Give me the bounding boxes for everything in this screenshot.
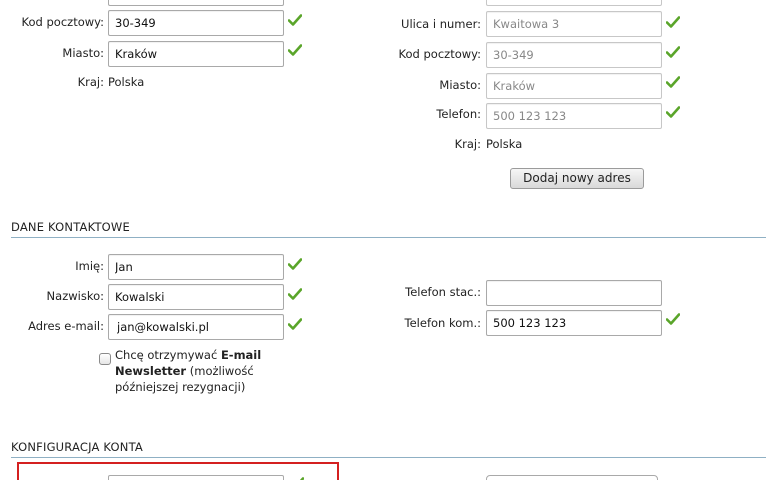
check-icon: [288, 318, 302, 330]
last-name-label: Nazwisko:: [46, 289, 104, 303]
left-top-field-partial[interactable]: [108, 0, 284, 6]
right-postal-code-label: Kod pocztowy:: [398, 47, 481, 61]
right-city-input[interactable]: [486, 73, 662, 99]
right-country-value: Polska: [486, 137, 523, 151]
newsletter-text-pre: Chcę otrzymywać: [115, 348, 221, 362]
newsletter-label: Chcę otrzymywać E-mail Newsletter (możli…: [115, 347, 315, 395]
street-input[interactable]: [486, 11, 662, 37]
postal-code-label: Kod pocztowy:: [21, 15, 104, 29]
check-icon: [288, 288, 302, 300]
last-name-input[interactable]: [108, 284, 284, 310]
phone-label: Telefon:: [436, 107, 481, 121]
account-right-field-partial[interactable]: [486, 475, 658, 480]
check-icon: [666, 76, 680, 88]
section-divider: [11, 457, 766, 458]
email-input[interactable]: [108, 314, 284, 340]
account-field-partial[interactable]: [108, 475, 284, 480]
mobile-label: Telefon kom.:: [404, 316, 481, 330]
right-country-label: Kraj:: [454, 137, 481, 151]
account-section-title: KONFIGURACJA KONTA: [11, 440, 143, 454]
check-icon: [666, 106, 680, 118]
postal-code-input[interactable]: [108, 10, 284, 36]
newsletter-checkbox[interactable]: [99, 353, 111, 365]
right-postal-code-input[interactable]: [486, 42, 662, 68]
contact-section-title: DANE KONTAKTOWE: [11, 220, 130, 234]
check-icon: [288, 258, 302, 270]
city-label: Miasto:: [62, 46, 104, 60]
check-icon: [288, 14, 302, 26]
country-value: Polska: [108, 75, 145, 89]
add-address-button[interactable]: Dodaj nowy adres: [510, 168, 644, 189]
street-label: Ulica i numer:: [401, 17, 481, 31]
check-icon: [666, 46, 680, 58]
phone-input[interactable]: [486, 103, 662, 129]
country-label: Kraj:: [77, 75, 104, 89]
landline-label: Telefon stac.:: [405, 285, 481, 299]
first-name-input[interactable]: [108, 254, 284, 280]
email-label: Adres e-mail:: [28, 319, 104, 333]
landline-input[interactable]: [486, 280, 662, 306]
first-name-label: Imię:: [75, 259, 104, 273]
check-icon: [288, 44, 302, 56]
right-top-field-partial[interactable]: [486, 0, 662, 6]
check-icon: [666, 16, 680, 28]
mobile-input[interactable]: [486, 310, 662, 336]
right-city-label: Miasto:: [439, 78, 481, 92]
section-divider: [11, 237, 766, 238]
check-icon: [666, 313, 680, 325]
city-input[interactable]: [108, 41, 284, 67]
